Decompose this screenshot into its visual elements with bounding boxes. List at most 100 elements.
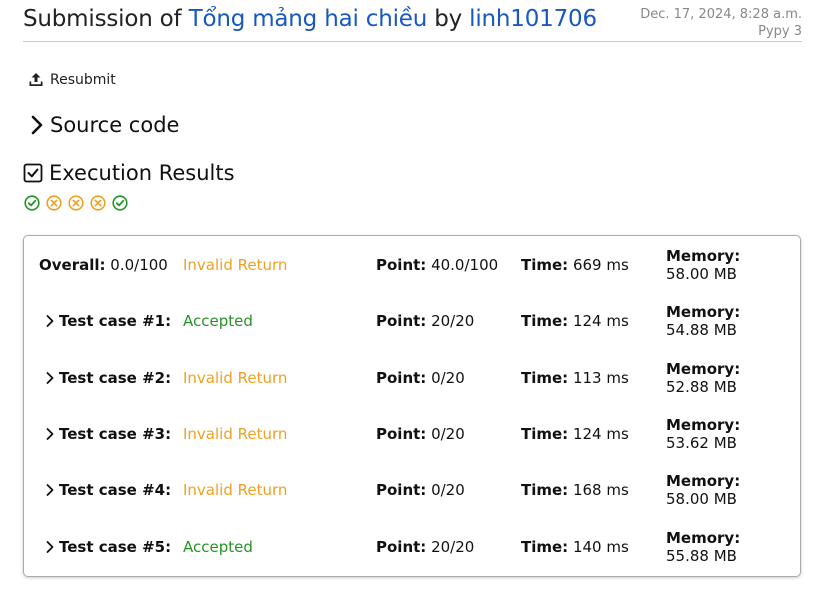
- test-case-cell[interactable]: Test case #5:: [39, 538, 171, 556]
- overall-time: 669 ms: [572, 256, 629, 274]
- point-label: Point:: [376, 538, 427, 556]
- problem-link[interactable]: Tổng mảng hai chiều: [189, 6, 428, 32]
- test-case-time: 168 ms: [572, 481, 629, 499]
- test-case-memory: 52.88 MB: [666, 378, 737, 396]
- overall-row: Overall: 0.0/100 Invalid Return Point: 4…: [24, 245, 800, 285]
- test-case-point: 0/20: [431, 369, 465, 387]
- test-case-time-cell: Time: 124 ms: [521, 425, 629, 443]
- check-circle-icon: [24, 195, 40, 211]
- execution-results-heading: Execution Results: [23, 161, 235, 185]
- overall-status: Invalid Return: [183, 256, 288, 274]
- memory-label: Memory:: [666, 416, 741, 434]
- test-case-memory: 55.88 MB: [666, 547, 737, 565]
- title-by: by: [434, 6, 463, 32]
- point-label: Point:: [376, 312, 427, 330]
- test-case-point-cell: Point: 20/20: [376, 312, 474, 330]
- test-case-status: Invalid Return: [183, 481, 288, 499]
- test-case-cell[interactable]: Test case #3:: [39, 425, 171, 443]
- overall-score: 0.0/100: [110, 256, 168, 274]
- test-case-time: 124 ms: [572, 425, 629, 443]
- memory-label: Memory:: [666, 472, 741, 490]
- test-case-point: 0/20: [431, 425, 465, 443]
- test-case-time-cell: Time: 168 ms: [521, 481, 629, 499]
- submission-meta: Dec. 17, 2024, 8:28 a.m. Pypy 3: [640, 6, 802, 40]
- test-case-cell[interactable]: Test case #1:: [39, 312, 171, 330]
- x-circle-icon: [90, 195, 106, 211]
- time-label: Time:: [521, 481, 569, 499]
- test-case-memory: 54.88 MB: [666, 321, 737, 339]
- test-case-time: 140 ms: [572, 538, 629, 556]
- test-case-memory-cell: Memory: 52.88 MB: [666, 360, 740, 396]
- chevron-right-icon: [46, 428, 54, 440]
- test-case-status: Accepted: [183, 538, 253, 556]
- test-case-row[interactable]: Test case #5: Accepted Point: 20/20 Time…: [24, 527, 800, 567]
- overall-label: Overall:: [39, 256, 106, 274]
- test-case-status: Invalid Return: [183, 425, 288, 443]
- upload-icon: [29, 73, 43, 86]
- test-case-cell[interactable]: Test case #4:: [39, 481, 171, 499]
- test-case-memory-cell: Memory: 53.62 MB: [666, 416, 740, 452]
- test-case-memory-cell: Memory: 54.88 MB: [666, 303, 740, 339]
- chevron-right-icon: [46, 541, 54, 553]
- submission-header: Submission of Tổng mảng hai chiều by lin…: [23, 4, 802, 42]
- test-case-point: 20/20: [431, 312, 475, 330]
- execution-results-title: Execution Results: [49, 161, 235, 185]
- page-title: Submission of Tổng mảng hai chiều by lin…: [23, 6, 597, 32]
- submission-language: Pypy 3: [758, 24, 802, 39]
- test-case-time-cell: Time: 113 ms: [521, 369, 629, 387]
- overall-memory: 58.00 MB: [666, 265, 737, 283]
- test-case-cell[interactable]: Test case #2:: [39, 369, 171, 387]
- memory-label: Memory:: [666, 247, 741, 265]
- results-table: Overall: 0.0/100 Invalid Return Point: 4…: [23, 235, 801, 577]
- chevron-right-icon: [46, 315, 54, 327]
- test-case-label: Test case #1:: [59, 312, 172, 330]
- point-label: Point:: [376, 425, 427, 443]
- test-case-point: 0/20: [431, 481, 465, 499]
- test-case-time-cell: Time: 140 ms: [521, 538, 629, 556]
- time-label: Time:: [521, 425, 569, 443]
- memory-label: Memory:: [666, 303, 741, 321]
- checkbox-checked-icon: [23, 163, 43, 183]
- test-case-point-cell: Point: 0/20: [376, 369, 465, 387]
- overall-time-cell: Time: 669 ms: [521, 256, 629, 274]
- test-case-point-cell: Point: 0/20: [376, 425, 465, 443]
- test-case-label: Test case #4:: [59, 481, 172, 499]
- test-case-row[interactable]: Test case #2: Invalid Return Point: 0/20…: [24, 358, 800, 398]
- source-code-label: Source code: [50, 113, 180, 137]
- time-label: Time:: [521, 369, 569, 387]
- test-case-point-cell: Point: 0/20: [376, 481, 465, 499]
- chevron-right-icon: [46, 372, 54, 384]
- test-case-row[interactable]: Test case #3: Invalid Return Point: 0/20…: [24, 414, 800, 454]
- user-link[interactable]: linh101706: [469, 6, 597, 32]
- time-label: Time:: [521, 256, 569, 274]
- memory-label: Memory:: [666, 529, 741, 547]
- test-case-label: Test case #5:: [59, 538, 172, 556]
- chevron-right-icon: [46, 484, 54, 496]
- overall-point: 40.0/100: [431, 256, 499, 274]
- resubmit-label: Resubmit: [50, 72, 116, 88]
- test-case-time: 113 ms: [572, 369, 629, 387]
- test-case-label: Test case #2:: [59, 369, 172, 387]
- test-status-icons: [24, 195, 128, 211]
- overall-point-cell: Point: 40.0/100: [376, 256, 498, 274]
- resubmit-button[interactable]: Resubmit: [28, 72, 116, 88]
- test-case-memory: 53.62 MB: [666, 434, 737, 452]
- test-case-row[interactable]: Test case #4: Invalid Return Point: 0/20…: [24, 470, 800, 510]
- test-case-status: Invalid Return: [183, 369, 288, 387]
- source-code-toggle[interactable]: Source code: [30, 113, 179, 137]
- test-case-point-cell: Point: 20/20: [376, 538, 474, 556]
- test-case-label: Test case #3:: [59, 425, 172, 443]
- test-case-memory-cell: Memory: 58.00 MB: [666, 472, 740, 508]
- test-case-status: Accepted: [183, 312, 253, 330]
- point-label: Point:: [376, 369, 427, 387]
- x-circle-icon: [46, 195, 62, 211]
- test-case-memory-cell: Memory: 55.88 MB: [666, 529, 740, 565]
- test-case-memory: 58.00 MB: [666, 490, 737, 508]
- check-circle-icon: [112, 195, 128, 211]
- overall-cell: Overall: 0.0/100: [39, 256, 168, 274]
- overall-memory-cell: Memory: 58.00 MB: [666, 247, 740, 283]
- submission-date: Dec. 17, 2024, 8:28 a.m.: [640, 7, 802, 22]
- test-case-time-cell: Time: 124 ms: [521, 312, 629, 330]
- title-prefix: Submission of: [23, 6, 182, 32]
- test-case-row[interactable]: Test case #1: Accepted Point: 20/20 Time…: [24, 301, 800, 341]
